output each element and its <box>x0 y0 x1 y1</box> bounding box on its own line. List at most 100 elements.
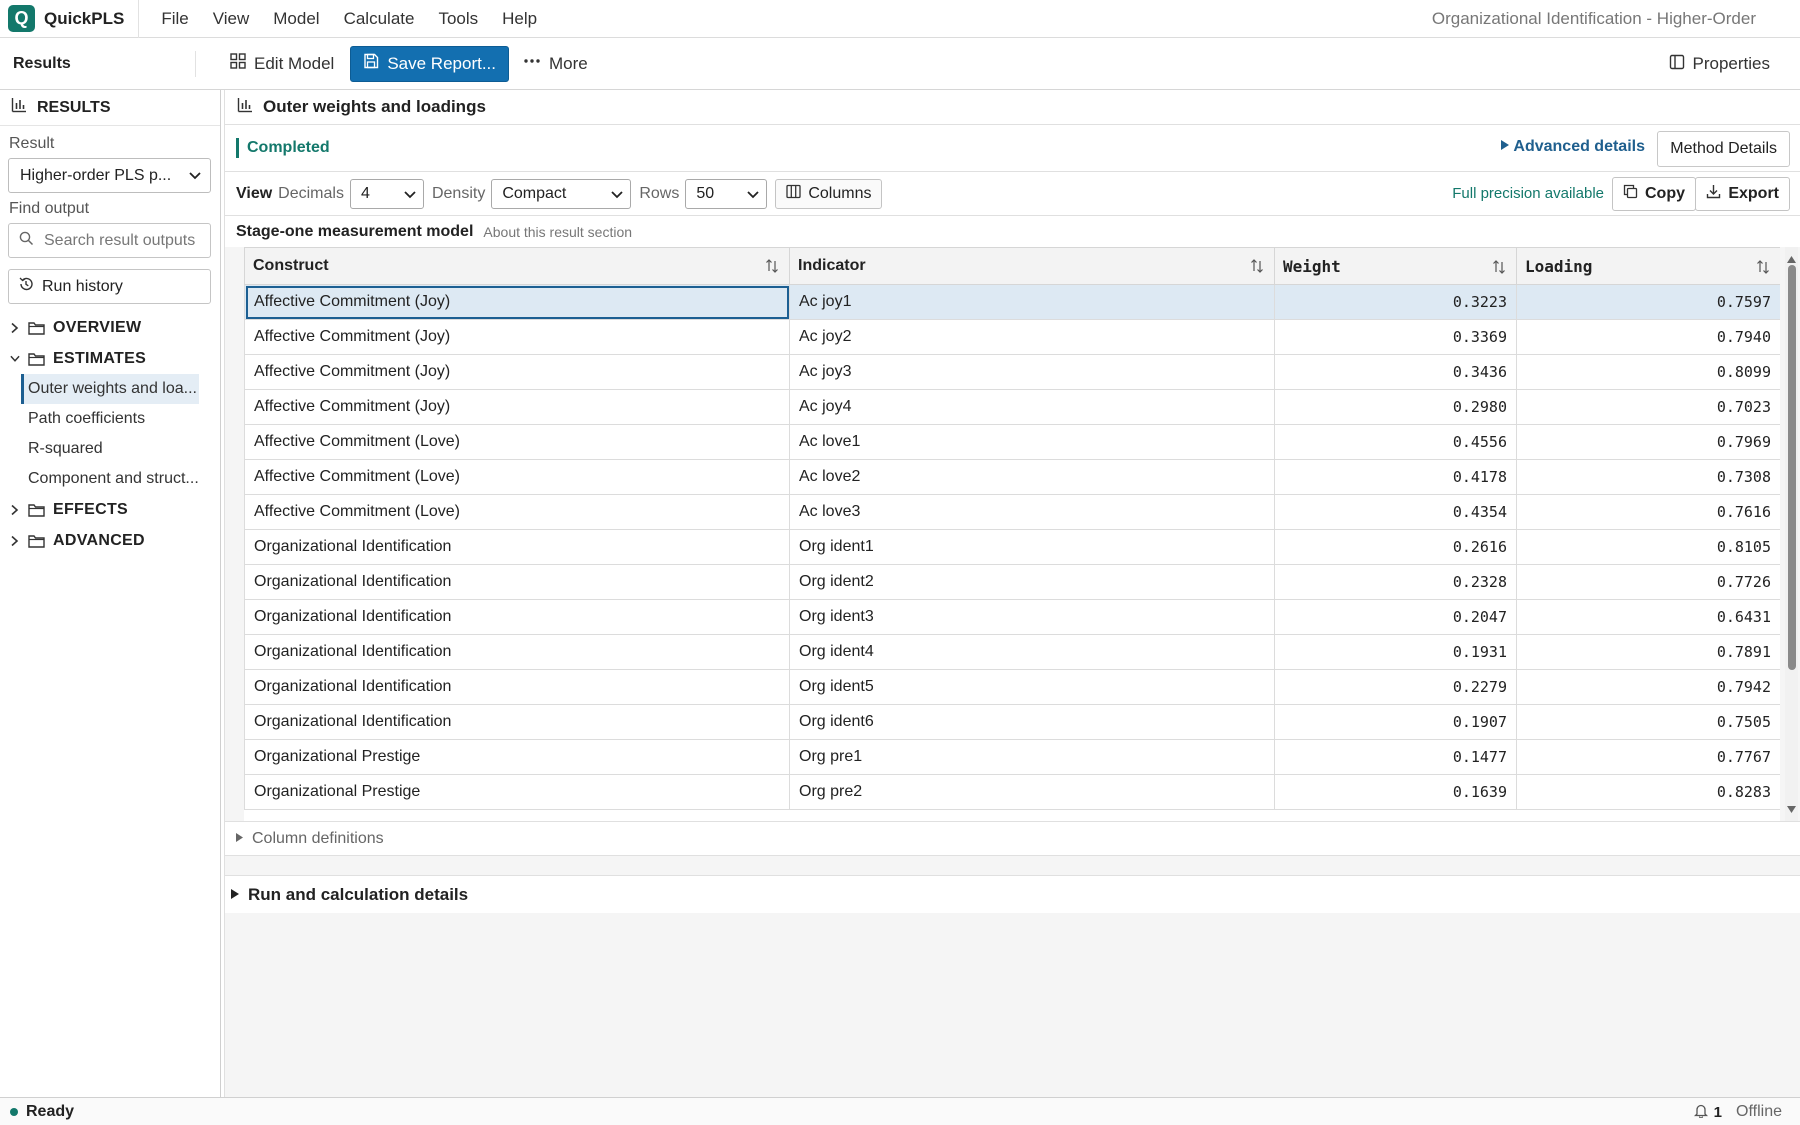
cell-weight[interactable]: 0.4556 <box>1274 424 1517 460</box>
cell-indicator[interactable]: Org ident3 <box>789 599 1275 635</box>
cell-construct[interactable]: Organizational Identification <box>244 529 790 565</box>
cell-indicator[interactable]: Org pre2 <box>789 774 1275 810</box>
table-row[interactable]: Organizational Prestige Org pre1 0.1477 0.7… <box>244 739 1780 775</box>
cell-construct[interactable]: Affective Commitment (Love) <box>244 494 790 530</box>
cell-loading[interactable]: 0.7616 <box>1516 494 1780 530</box>
cell-construct[interactable]: Organizational Prestige <box>244 739 790 775</box>
cell-indicator[interactable]: Ac joy3 <box>789 354 1275 390</box>
cell-loading[interactable]: 0.8283 <box>1516 774 1780 810</box>
cell-weight[interactable]: 0.2279 <box>1274 669 1517 705</box>
cell-loading[interactable]: 0.7726 <box>1516 564 1780 600</box>
cell-indicator[interactable]: Ac joy1 <box>789 284 1275 320</box>
tree-group-effects[interactable]: EFFECTS <box>0 494 220 525</box>
decimals-select[interactable]: 4 <box>349 178 424 209</box>
scroll-down-icon[interactable] <box>1786 799 1797 819</box>
tree-item-path-coefficients[interactable]: Path coefficients <box>21 404 199 434</box>
table-row[interactable]: Affective Commitment (Love) Ac love3 0.435… <box>244 494 1780 530</box>
cell-indicator[interactable]: Org ident5 <box>789 669 1275 705</box>
cell-indicator[interactable]: Ac joy4 <box>789 389 1275 425</box>
vertical-scrollbar[interactable] <box>1785 247 1798 821</box>
table-row[interactable]: Affective Commitment (Love) Ac love2 0.417… <box>244 459 1780 495</box>
cell-loading[interactable]: 0.7942 <box>1516 669 1780 705</box>
copy-button[interactable]: Copy <box>1612 177 1696 211</box>
cell-construct[interactable]: Organizational Identification <box>244 704 790 740</box>
scrollbar-thumb[interactable] <box>1788 265 1796 670</box>
about-section-link[interactable]: About this result section <box>483 224 632 240</box>
column-definitions-toggle[interactable]: Column definitions <box>225 821 1800 856</box>
table-row[interactable]: Organizational Identification Org ident5 0… <box>244 669 1780 705</box>
column-header-construct[interactable]: Construct <box>244 247 790 285</box>
cell-loading[interactable]: 0.7505 <box>1516 704 1780 740</box>
properties-button[interactable]: Properties <box>1657 46 1782 82</box>
run-details-toggle[interactable]: Run and calculation details <box>225 875 1800 913</box>
cell-indicator[interactable]: Org ident6 <box>789 704 1275 740</box>
cell-weight[interactable]: 0.4354 <box>1274 494 1517 530</box>
table-row[interactable]: Affective Commitment (Joy) Ac joy1 0.3223 0… <box>244 284 1780 320</box>
sort-icon[interactable] <box>765 259 779 278</box>
cell-construct[interactable]: Affective Commitment (Joy) <box>244 354 790 390</box>
cell-construct[interactable]: Affective Commitment (Love) <box>244 424 790 460</box>
tree-item-outer-weights[interactable]: Outer weights and loa... <box>21 374 199 404</box>
method-details-button[interactable]: Method Details <box>1657 131 1790 167</box>
cell-construct[interactable]: Affective Commitment (Joy) <box>244 284 790 320</box>
columns-button[interactable]: Columns <box>775 178 883 209</box>
cell-loading[interactable]: 0.8105 <box>1516 529 1780 565</box>
table-row[interactable]: Organizational Prestige Org pre2 0.1639 0.8… <box>244 774 1780 810</box>
cell-construct[interactable]: Organizational Identification <box>244 599 790 635</box>
cell-weight[interactable]: 0.3369 <box>1274 319 1517 355</box>
cell-indicator[interactable]: Org ident2 <box>789 564 1275 600</box>
column-header-loading[interactable]: Loading <box>1516 247 1780 285</box>
cell-weight[interactable]: 0.2616 <box>1274 529 1517 565</box>
menu-model[interactable]: Model <box>261 9 331 29</box>
tree-group-advanced[interactable]: ADVANCED <box>0 525 220 556</box>
result-select[interactable]: Higher-order PLS p... <box>8 158 211 193</box>
cell-loading[interactable]: 0.7940 <box>1516 319 1780 355</box>
cell-weight[interactable]: 0.3223 <box>1274 284 1517 320</box>
table-row[interactable]: Affective Commitment (Joy) Ac joy3 0.3436 0… <box>244 354 1780 390</box>
cell-indicator[interactable]: Ac joy2 <box>789 319 1275 355</box>
tree-group-overview[interactable]: OVERVIEW <box>0 312 220 343</box>
menu-tools[interactable]: Tools <box>426 9 490 29</box>
cell-construct[interactable]: Affective Commitment (Joy) <box>244 389 790 425</box>
menu-view[interactable]: View <box>201 9 262 29</box>
cell-weight[interactable]: 0.1477 <box>1274 739 1517 775</box>
notifications-button[interactable]: 1 <box>1693 1103 1722 1122</box>
search-input[interactable]: Search result outputs <box>8 223 211 258</box>
column-header-indicator[interactable]: Indicator <box>789 247 1275 285</box>
cell-construct[interactable]: Organizational Identification <box>244 634 790 670</box>
density-select[interactable]: Compact <box>491 178 632 209</box>
cell-construct[interactable]: Organizational Identification <box>244 669 790 705</box>
cell-weight[interactable]: 0.2047 <box>1274 599 1517 635</box>
cell-indicator[interactable]: Org pre1 <box>789 739 1275 775</box>
cell-construct[interactable]: Organizational Prestige <box>244 774 790 810</box>
edit-model-button[interactable]: Edit Model <box>218 46 346 82</box>
cell-construct[interactable]: Affective Commitment (Joy) <box>244 319 790 355</box>
cell-weight[interactable]: 0.3436 <box>1274 354 1517 390</box>
table-row[interactable]: Organizational Identification Org ident2 0… <box>244 564 1780 600</box>
cell-indicator[interactable]: Ac love1 <box>789 424 1275 460</box>
cell-loading[interactable]: 0.7597 <box>1516 284 1780 320</box>
sort-icon[interactable] <box>1250 259 1264 278</box>
cell-construct[interactable]: Affective Commitment (Love) <box>244 459 790 495</box>
run-history-button[interactable]: Run history <box>8 269 211 304</box>
cell-loading[interactable]: 0.7891 <box>1516 634 1780 670</box>
table-row[interactable]: Affective Commitment (Joy) Ac joy2 0.3369 0… <box>244 319 1780 355</box>
table-row[interactable]: Organizational Identification Org ident4 0… <box>244 634 1780 670</box>
cell-weight[interactable]: 0.2328 <box>1274 564 1517 600</box>
menu-help[interactable]: Help <box>490 9 549 29</box>
export-button[interactable]: Export <box>1695 177 1790 211</box>
tree-group-estimates[interactable]: ESTIMATES <box>0 343 220 374</box>
cell-weight[interactable]: 0.1639 <box>1274 774 1517 810</box>
cell-construct[interactable]: Organizational Identification <box>244 564 790 600</box>
cell-indicator[interactable]: Ac love2 <box>789 459 1275 495</box>
tree-item-r-squared[interactable]: R-squared <box>21 434 199 464</box>
table-row[interactable]: Organizational Identification Org ident3 0… <box>244 599 1780 635</box>
table-row[interactable]: Affective Commitment (Joy) Ac joy4 0.2980 0… <box>244 389 1780 425</box>
column-header-weight[interactable]: Weight <box>1274 247 1517 285</box>
sort-icon[interactable] <box>1756 259 1770 278</box>
cell-loading[interactable]: 0.8099 <box>1516 354 1780 390</box>
more-button[interactable]: More <box>511 46 600 82</box>
cell-loading[interactable]: 0.6431 <box>1516 599 1780 635</box>
table-row[interactable]: Organizational Identification Org ident6 0… <box>244 704 1780 740</box>
menu-calculate[interactable]: Calculate <box>332 9 427 29</box>
